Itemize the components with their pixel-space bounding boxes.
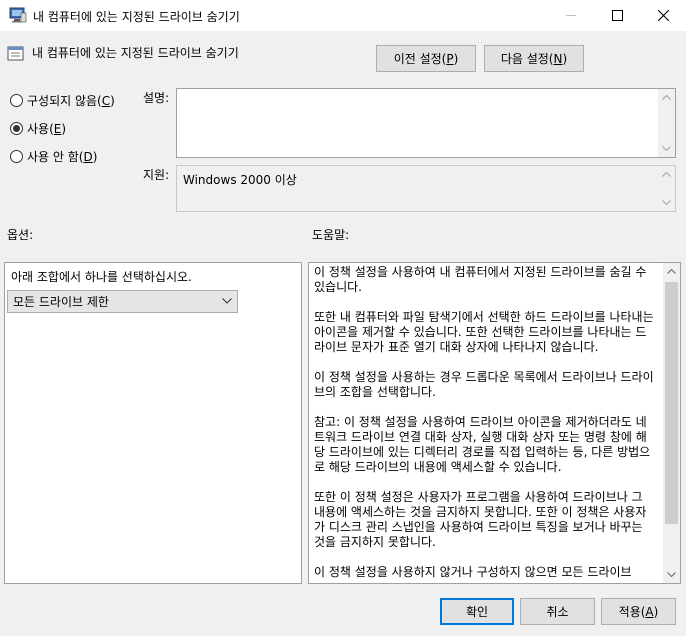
comment-scroll-down-button[interactable]: [658, 140, 675, 157]
maximize-button[interactable]: [594, 0, 640, 31]
policy-setting-icon: [7, 46, 24, 61]
chevron-up-icon: [662, 172, 671, 177]
previous-setting-close: ): [453, 51, 459, 66]
help-scrollbar[interactable]: [663, 263, 680, 583]
cancel-button[interactable]: 취소: [520, 598, 595, 625]
help-text: 이 정책 설정을 사용하여 내 컴퓨터에서 지정된 드라이브를 숨길 수 있습니…: [314, 265, 656, 583]
chevron-down-icon: [662, 200, 671, 205]
maximize-icon: [611, 10, 623, 21]
supported-scrollbar[interactable]: [658, 166, 675, 211]
comment-textarea[interactable]: [176, 88, 676, 158]
policy-window-icon: [9, 7, 27, 23]
radio-enabled-circle: [10, 122, 23, 135]
comment-label: 설명:: [143, 91, 170, 105]
help-paragraph: 또한 내 컴퓨터와 파일 탐색기에서 선택한 하드 드라이브를 나타내는 아이콘…: [314, 310, 654, 354]
supported-scroll-up-button[interactable]: [658, 166, 675, 183]
chevron-down-icon: [667, 572, 676, 577]
radio-disabled-circle: [10, 150, 23, 163]
radio-enabled[interactable]: 사용(E): [10, 120, 66, 137]
help-paragraph: 이 정책 설정을 사용하지 않거나 구성하지 않으면 모든 드라이브: [314, 565, 632, 579]
options-instruction: 아래 조합에서 하나를 선택하십시오.: [11, 270, 192, 284]
apply-label: 적용(: [618, 605, 646, 619]
radio-enabled-close: ): [61, 121, 67, 136]
radio-not-configured[interactable]: 구성되지 않음(C): [10, 92, 115, 109]
radio-not-configured-label: 구성되지 않음(: [27, 94, 102, 108]
supported-scroll-down-button[interactable]: [658, 194, 675, 211]
policy-title: 내 컴퓨터에 있는 지정된 드라이브 숨기기: [32, 46, 239, 60]
radio-enabled-accel: E: [53, 121, 62, 136]
help-paragraph: 이 정책 설정을 사용하는 경우 드롭다운 목록에서 드라이브나 드라이브의 조…: [314, 370, 654, 399]
next-setting-button[interactable]: 다음 설정(N): [484, 45, 584, 72]
previous-setting-button[interactable]: 이전 설정(P): [376, 45, 476, 72]
help-paragraph: 또한 이 정책 설정은 사용자가 프로그램을 사용하여 드라이브나 그 내용에 …: [314, 490, 647, 549]
options-label: 옵션:: [7, 228, 34, 242]
close-icon: [657, 10, 669, 21]
radio-disabled-accel: D: [83, 149, 93, 164]
help-scroll-down-button[interactable]: [663, 566, 680, 583]
comment-scroll-up-button[interactable]: [658, 89, 675, 106]
dropdown-selected-value: 모든 드라이브 제한: [13, 295, 109, 309]
chevron-up-icon: [667, 269, 676, 274]
apply-button[interactable]: 적용(A): [601, 598, 676, 625]
chevron-down-icon: [662, 146, 671, 151]
radio-not-configured-accel: C: [101, 93, 111, 108]
radio-disabled-close: ): [92, 149, 98, 164]
chevron-down-icon: [222, 298, 232, 304]
radio-disabled[interactable]: 사용 안 함(D): [10, 148, 97, 165]
close-button[interactable]: [640, 0, 686, 31]
radio-enabled-label: 사용(: [27, 122, 54, 136]
radio-not-configured-circle: [10, 94, 23, 107]
help-label: 도움말:: [312, 228, 350, 242]
drive-combination-dropdown[interactable]: 모든 드라이브 제한: [7, 290, 238, 313]
help-panel: 이 정책 설정을 사용하여 내 컴퓨터에서 지정된 드라이브를 숨길 수 있습니…: [308, 262, 681, 584]
radio-not-configured-close: ): [110, 93, 115, 108]
supported-box: Windows 2000 이상: [176, 165, 676, 212]
previous-setting-accel: P: [446, 51, 454, 66]
next-setting-label: 다음 설정(: [500, 52, 554, 66]
minimize-icon: [565, 15, 576, 16]
minimize-button[interactable]: [548, 0, 594, 31]
ok-button[interactable]: 확인: [440, 598, 514, 625]
comment-scrollbar[interactable]: [658, 89, 675, 157]
next-setting-accel: N: [553, 51, 563, 66]
title-bar: 내 컴퓨터에 있는 지정된 드라이브 숨기기: [0, 0, 686, 31]
help-paragraph: 이 정책 설정을 사용하여 내 컴퓨터에서 지정된 드라이브를 숨길 수 있습니…: [314, 265, 647, 294]
previous-setting-label: 이전 설정(: [393, 52, 447, 66]
next-setting-close: ): [562, 51, 568, 66]
apply-accel: A: [645, 604, 654, 619]
chevron-up-icon: [662, 95, 671, 100]
help-paragraph: 참고: 이 정책 설정을 사용하여 드라이브 아이콘을 제거하더라도 네트워크 …: [314, 415, 651, 474]
apply-close: ): [653, 604, 659, 619]
radio-disabled-label: 사용 안 함(: [27, 150, 84, 164]
supported-value: Windows 2000 이상: [183, 173, 297, 187]
window-title: 내 컴퓨터에 있는 지정된 드라이브 숨기기: [33, 10, 240, 24]
supported-label: 지원:: [143, 168, 170, 182]
help-scroll-up-button[interactable]: [663, 263, 680, 280]
help-scroll-thumb[interactable]: [665, 282, 678, 524]
